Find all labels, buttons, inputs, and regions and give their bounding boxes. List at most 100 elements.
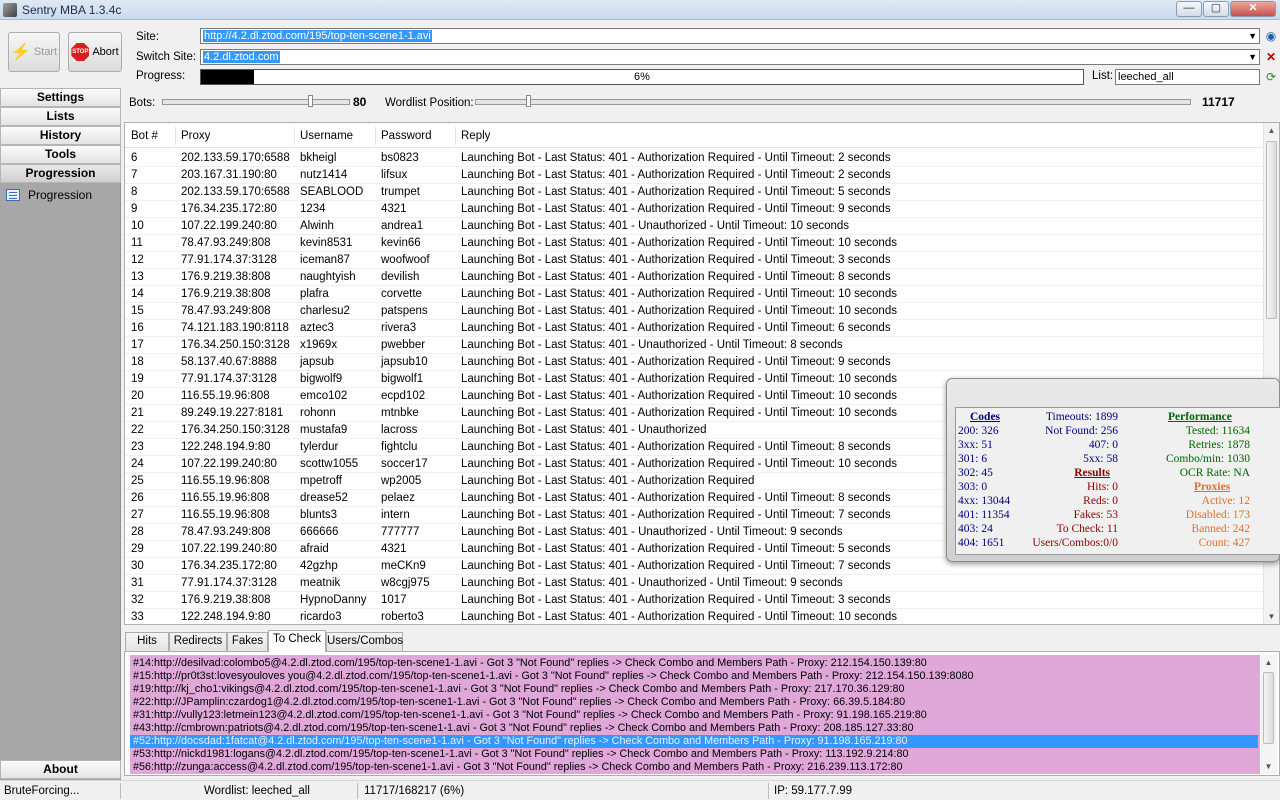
nav-settings[interactable]: Settings [0,88,121,107]
list-field[interactable]: leeched_all [1115,69,1260,85]
abort-button[interactable]: STOP Abort [68,32,122,72]
stat-value: Disabled: 173 [1185,509,1250,521]
bot-cell: 15 [131,305,144,317]
stat-value: 303: 0 [958,481,988,493]
table-row[interactable]: 7 203.167.31.190:80 nutz1414 lifsux Launchin… [125,167,1263,184]
minimize-button[interactable]: — [1176,1,1202,17]
column-header-username[interactable]: Username [300,130,353,142]
stat-value: 200: 326 [958,425,999,437]
site-label: Site: [136,31,160,43]
delete-icon[interactable]: ✕ [1264,50,1278,64]
tab-hits[interactable]: Hits [125,632,169,651]
log-line[interactable]: #52:http://docsdad:1fatcat@4.2.dl.ztod.c… [130,735,1258,748]
chevron-down-icon[interactable]: ▼ [1248,29,1257,43]
table-row[interactable]: 31 77.91.174.37:3128 meatnik w8cgj975 Launch… [125,575,1263,592]
site-combobox[interactable]: http://4.2.dl.ztod.com/195/top-ten-scene… [200,28,1260,44]
switch-site-combobox[interactable]: 4.2.dl.ztod.com ▼ [200,49,1260,65]
column-header-bot[interactable]: Bot # [131,130,158,142]
stat-value: To Check: 11 [1056,523,1118,535]
table-row[interactable]: 17 176.34.250.150:3128 x1969x pwebber Launch… [125,337,1263,354]
table-row[interactable]: 12 77.91.174.37:3128 iceman87 woofwoof Launc… [125,252,1263,269]
refresh-icon[interactable]: ⟳ [1264,70,1278,84]
scrollbar-thumb[interactable] [1263,672,1274,744]
table-row[interactable]: 16 74.121.183.190:8118 aztec3 rivera3 Launch… [125,320,1263,337]
table-row[interactable]: 10 107.22.199.240:80 Alwinh andrea1 Launchin… [125,218,1263,235]
tab-redirects[interactable]: Redirects [169,632,227,651]
maximize-button[interactable]: ▢ [1203,1,1229,17]
wordlist-slider-thumb[interactable] [526,95,531,107]
table-row[interactable]: 11 78.47.93.249:808 kevin8531 kevin66 Launch… [125,235,1263,252]
log-scrollbar[interactable]: ▲ ▼ [1261,655,1277,774]
scroll-down-icon[interactable]: ▼ [1264,609,1279,624]
stat-value: 5xx: 58 [1083,453,1118,465]
tab-users-combos[interactable]: Users/Combos [326,632,403,651]
log-panel: #14:http://desilvad:colombo5@4.2.dl.ztod… [124,651,1280,776]
reply-cell: Launching Bot - Last Status: 401 - Autho… [461,169,891,181]
proxy-cell: 122.248.194.9:80 [181,441,271,453]
close-button[interactable]: ✕ [1230,1,1276,17]
chevron-down-icon[interactable]: ▼ [1248,50,1257,64]
proxies-title: Proxies [1194,481,1231,493]
log-line[interactable]: #56:http://zunga:access@4.2.dl.ztod.com/… [130,761,1258,774]
stat-value: 401: 11354 [958,509,1010,521]
stat-value: Active: 12 [1201,495,1250,507]
log-line[interactable]: #53:http://nickd1981:logans@4.2.dl.ztod.… [130,748,1258,761]
column-header-password[interactable]: Password [381,130,432,142]
table-row[interactable]: 32 176.9.219.38:808 HypnoDanny 1017 Launchin… [125,592,1263,609]
table-row[interactable]: 6 202.133.59.170:6588 bkheigl bs0823 Launchi… [125,150,1263,167]
password-cell: pelaez [381,492,415,504]
username-cell: naughtyish [300,271,356,283]
log-line[interactable]: #22:http://JPamplin:czardog1@4.2.dl.ztod… [130,696,1258,709]
column-header-proxy[interactable]: Proxy [181,130,210,142]
tab-fakes[interactable]: Fakes [227,632,268,651]
password-cell: trumpet [381,186,420,198]
bots-slider-thumb[interactable] [308,95,313,107]
proxy-cell: 74.121.183.190:8118 [181,322,289,334]
globe-icon[interactable]: ◉ [1264,29,1278,43]
scroll-up-icon[interactable]: ▲ [1261,655,1276,670]
nav-progression[interactable]: Progression [0,164,121,183]
scrollbar-thumb[interactable] [1266,141,1277,319]
table-row[interactable]: 8 202.133.59.170:6588 SEABLOOD trumpet Launc… [125,184,1263,201]
username-cell: x1969x [300,339,338,351]
table-row[interactable]: 9 176.34.235.172:80 1234 4321 Launching Bot … [125,201,1263,218]
log-line[interactable]: #15:http://pr0t3st:lovesyouloves you@4.2… [130,670,1258,683]
sidebar-item-progression[interactable]: Progression [6,188,92,202]
scroll-up-icon[interactable]: ▲ [1264,123,1279,138]
reply-cell: Launching Bot - Last Status: 401 - Autho… [461,237,897,249]
log-line[interactable]: #14:http://desilvad:colombo5@4.2.dl.ztod… [130,657,1258,670]
reply-cell: Launching Bot - Last Status: 401 - Autho… [461,475,755,487]
column-header-reply[interactable]: Reply [461,130,490,142]
progress-bar: 6% [200,69,1084,85]
table-row[interactable]: 15 78.47.93.249:808 charlesu2 patspens Launc… [125,303,1263,320]
reply-cell: Launching Bot - Last Status: 401 - Autho… [461,390,897,402]
log-line[interactable]: #43:http://cmbrown:patriots@4.2.dl.ztod.… [130,722,1258,735]
start-button[interactable]: ⚡ Start [8,32,60,72]
nav-history[interactable]: History [0,126,121,145]
log-line[interactable]: #19:http://kj_cho1:vikings@4.2.dl.ztod.c… [130,683,1258,696]
log-line[interactable]: #31:http://vully123:letmein123@4.2.dl.zt… [130,709,1258,722]
username-cell: afraid [300,543,329,555]
bot-cell: 27 [131,509,144,521]
table-row[interactable]: 18 58.137.40.67:8888 japsub japsub10 Launchi… [125,354,1263,371]
tab-to-check[interactable]: To Check [268,630,326,652]
wordlist-slider[interactable] [475,95,1191,107]
stat-value: 4xx: 13044 [958,495,1011,507]
table-row[interactable]: 13 176.9.219.38:808 naughtyish devilish Laun… [125,269,1263,286]
password-cell: kevin66 [381,237,421,249]
proxy-cell: 116.55.19.96:808 [181,390,270,402]
bots-slider[interactable] [162,95,350,107]
nav-tools[interactable]: Tools [0,145,121,164]
bots-value: 80 [353,95,367,109]
password-cell: japsub10 [381,356,428,368]
table-row[interactable]: 14 176.9.219.38:808 plafra corvette Launchin… [125,286,1263,303]
log-list: #14:http://desilvad:colombo5@4.2.dl.ztod… [130,655,1260,774]
bot-cell: 23 [131,441,144,453]
table-row[interactable]: 33 122.248.194.9:80 ricardo3 roberto3 Launch… [125,609,1263,624]
proxy-cell: 107.22.199.240:80 [181,220,277,232]
nav-about[interactable]: About [0,760,121,779]
password-cell: soccer17 [381,458,428,470]
stat-value: Not Found: 256 [1045,425,1118,437]
scroll-down-icon[interactable]: ▼ [1261,759,1276,774]
nav-lists[interactable]: Lists [0,107,121,126]
